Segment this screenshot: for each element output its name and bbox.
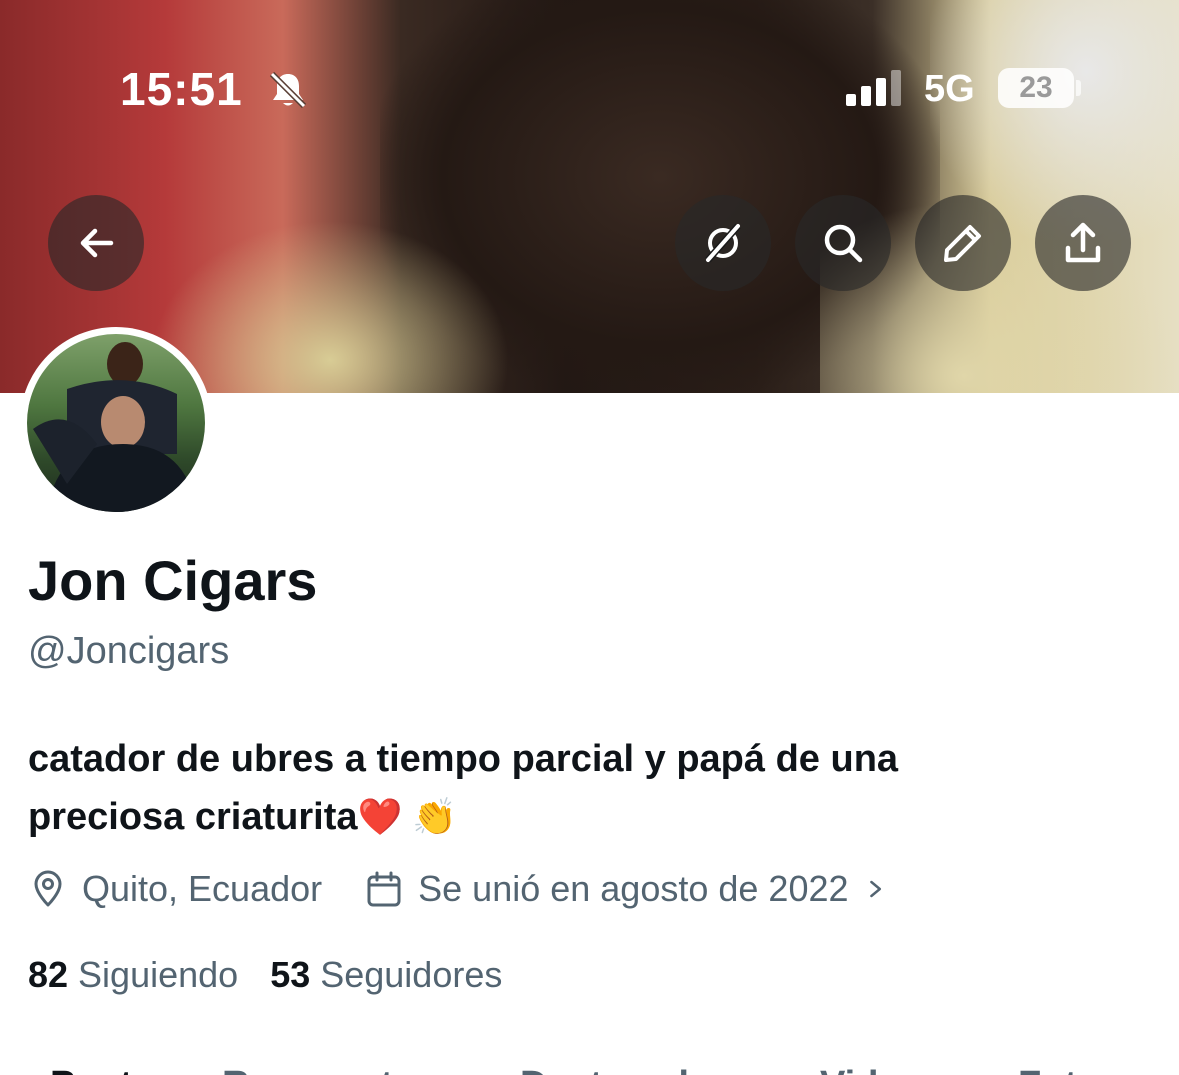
following-link[interactable]: 82 Siguiendo [28,952,238,998]
bell-slash-icon [269,71,307,109]
battery-tip [1076,80,1081,96]
search-button[interactable] [795,195,891,291]
profile-joined[interactable]: Se unió en agosto de 2022 [418,868,848,910]
share-button[interactable] [1035,195,1131,291]
following-count: 82 [28,954,69,995]
share-icon [1065,222,1101,263]
avatar-image [27,334,205,512]
followers-link[interactable]: 53 Seguidores [270,952,502,998]
calendar-icon [367,871,401,907]
tab-replies[interactable]: Respuestas [222,1063,435,1075]
arrow-left-icon [80,228,114,258]
avatar-photo [33,342,197,512]
bio-line-2: preciosa criaturita❤️ 👏 [28,788,1068,846]
chevron-right-icon[interactable] [863,869,891,909]
followers-label: Seguidores [320,954,503,995]
profile-handle: @Joncigars [28,630,230,672]
grok-icon [705,223,741,263]
profile-banner[interactable] [0,0,1179,393]
pencil-icon [944,225,981,262]
tab-posts[interactable]: Posts [50,1063,153,1075]
tab-photos[interactable]: Fotos [1018,1063,1121,1075]
tab-highlights[interactable]: Destacados [520,1063,733,1075]
grok-button[interactable] [675,195,771,291]
signal-icon [846,70,901,106]
bio-line-2-text: preciosa criaturita [28,796,358,838]
follow-stats: 82 Siguiendo 53 Seguidores [28,952,502,998]
profile-location: Quito, Ecuador [82,868,323,909]
back-button[interactable] [48,195,144,291]
network-type: 5G [924,68,975,110]
followers-count: 53 [270,954,311,995]
profile-meta: Quito, Ecuador Se unió en agosto de 2022 [28,864,891,914]
search-icon [824,224,863,263]
edit-button[interactable] [915,195,1011,291]
bio-emoji: ❤️ 👏 [357,796,458,837]
battery-level: 23 [1019,71,1053,104]
profile-name: Jon Cigars [28,549,318,612]
bio-line-1: catador de ubres a tiempo parcial y papá… [28,738,899,780]
tab-videos[interactable]: Videos [820,1063,944,1075]
profile-tabs: Posts Respuestas Destacados Videos Fotos [0,1055,1179,1075]
location-pin-icon [34,870,62,907]
avatar[interactable] [20,327,212,519]
profile-bio: catador de ubres a tiempo parcial y papá… [28,730,1068,846]
battery-indicator: 23 [998,68,1074,108]
following-label: Siguiendo [78,954,239,995]
status-time: 15:51 [120,63,243,115]
